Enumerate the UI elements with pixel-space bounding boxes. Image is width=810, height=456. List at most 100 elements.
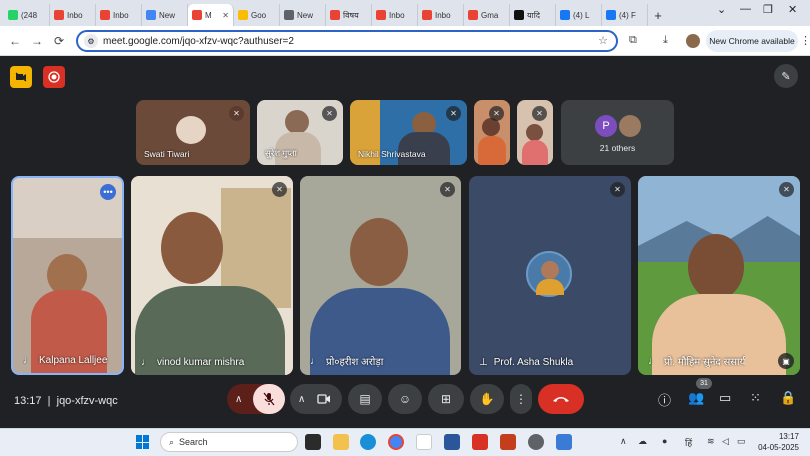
mic-off-icon: ✕ xyxy=(229,106,244,121)
speaking-icon: ♩ xyxy=(648,355,658,367)
tab-label: यादि xyxy=(527,10,541,20)
settings-gear-icon[interactable] xyxy=(528,434,544,450)
mic-off-icon: ✕ xyxy=(446,106,461,121)
participant-tile-top-1[interactable]: ✕ Swati Tiwari xyxy=(136,100,250,165)
wifi-icon[interactable]: ≋ xyxy=(707,436,715,447)
more-options-button[interactable]: ⋮ xyxy=(510,384,532,414)
mic-tray-icon[interactable]: ● xyxy=(662,436,667,446)
tab-label: (4) L xyxy=(573,10,590,20)
tile-options-icon[interactable]: ▣ xyxy=(778,353,794,369)
participant-tile-top-5[interactable]: ✕ xyxy=(517,100,553,165)
meeting-controls: 13:17 | jqo-xfzv-wqc ∧ ∧ ▤ ☺ ⊞ ✋ ⋮ ⓘ 👥 3… xyxy=(0,378,810,428)
task-view-icon[interactable] xyxy=(305,434,321,450)
visual-effects-icon[interactable]: ✎ xyxy=(774,64,798,88)
volume-icon[interactable]: ◁ xyxy=(722,436,729,447)
participant-tile-top-4[interactable]: ✕ xyxy=(474,100,510,165)
browser-tab-11[interactable]: यादि xyxy=(510,4,556,26)
participant-body xyxy=(478,136,506,165)
emoji-reactions-button[interactable]: ☺ xyxy=(388,384,422,414)
browser-tab-4[interactable]: M ✕ xyxy=(188,4,234,26)
extensions-icon[interactable]: ⧉ xyxy=(629,34,637,47)
tab-search-icon[interactable]: ⌄ xyxy=(717,3,726,16)
browser-tab-6[interactable]: New xyxy=(280,4,326,26)
new-chrome-available-button[interactable]: New Chrome available xyxy=(706,30,798,52)
host-controls-icon[interactable]: 🔒 xyxy=(780,390,796,406)
taskbar-search[interactable]: ⌕ Search xyxy=(160,432,298,452)
hand-icon: ✋ xyxy=(479,392,495,406)
participant-tile-main-5[interactable]: ✕ ♩ प्रो. मौहिम सुनेद ससार्य ▣ xyxy=(638,176,800,375)
tab-favicon-icon xyxy=(468,10,478,20)
close-tab-icon[interactable]: ✕ xyxy=(222,11,229,20)
more-vertical-icon: ⋮ xyxy=(515,392,527,406)
new-tab-button[interactable]: + xyxy=(648,4,668,26)
file-explorer-icon[interactable] xyxy=(333,434,349,450)
tab-label: Inbo xyxy=(389,10,405,20)
reload-icon[interactable]: ⟳ xyxy=(48,34,70,48)
minimize-button[interactable]: — xyxy=(740,3,751,15)
raise-hand-button[interactable]: ✋ xyxy=(470,384,504,414)
menu-kebab-icon[interactable]: ⋮ xyxy=(800,34,810,47)
participant-tile-main-4[interactable]: ✕ ⊥ Prof. Asha Shukla xyxy=(469,176,631,375)
mic-options-chevron-icon[interactable]: ∧ xyxy=(235,394,242,405)
forward-icon[interactable]: → xyxy=(26,34,48,48)
browser-tab-7[interactable]: विषय xyxy=(326,4,372,26)
browser-tab-10[interactable]: Gma xyxy=(464,4,510,26)
browser-tab-9[interactable]: Inbo xyxy=(418,4,464,26)
browser-tab-12[interactable]: (4) L xyxy=(556,4,602,26)
activities-icon[interactable]: ⁙ xyxy=(750,390,761,406)
present-screen-button[interactable]: ⊞ xyxy=(428,384,464,414)
browser-tab-8[interactable]: Inbo xyxy=(372,4,418,26)
mic-toggle-button[interactable] xyxy=(253,384,285,414)
back-icon[interactable]: ← xyxy=(4,34,26,48)
battery-icon[interactable]: ▭ xyxy=(737,436,746,447)
profile-avatar[interactable] xyxy=(686,34,700,48)
app-icon[interactable] xyxy=(416,434,432,450)
participant-name-row: ♩ प्रो०हरीश अरोड़ा xyxy=(310,354,383,369)
camera-options-chevron-icon[interactable]: ∧ xyxy=(298,394,305,405)
word-icon[interactable] xyxy=(444,434,460,450)
site-info-icon[interactable]: ⚙ xyxy=(84,34,98,48)
captions-button[interactable]: ▤ xyxy=(348,384,382,414)
participant-tile-top-2[interactable]: ✕ सुरेश गुप्ता xyxy=(257,100,343,165)
participant-tile-main-3[interactable]: ✕ ♩ प्रो०हरीश अरोड़ा xyxy=(300,176,461,375)
meeting-details-icon[interactable]: ⓘ xyxy=(658,390,671,409)
participant-tile-main-2[interactable]: ✕ ♩ vinod kumar mishra xyxy=(131,176,293,375)
mic-off-icon: ✕ xyxy=(272,182,287,197)
download-icon[interactable]: ⤓ xyxy=(663,34,668,47)
participant-tile-main-1[interactable]: ••• ♩ Kalpana Lalljee xyxy=(11,176,124,375)
people-icon[interactable]: 👥 xyxy=(688,390,704,406)
acrobat-icon[interactable] xyxy=(472,434,488,450)
maximize-button[interactable]: ❐ xyxy=(763,3,773,16)
browser-tab-1[interactable]: Inbo xyxy=(50,4,96,26)
chat-icon[interactable]: ▭ xyxy=(719,390,731,406)
others-tile[interactable]: P 21 others xyxy=(561,100,674,165)
camera-toggle-button[interactable] xyxy=(310,385,338,413)
bookmark-star-icon[interactable]: ☆ xyxy=(598,34,608,47)
meeting-time-and-code: 13:17 | jqo-xfzv-wqc xyxy=(14,395,118,407)
mic-off-icon xyxy=(263,392,275,406)
speaking-icon: ♩ xyxy=(310,355,320,367)
browser-tab-2[interactable]: Inbo xyxy=(96,4,142,26)
powerpoint-icon[interactable] xyxy=(500,434,516,450)
leave-call-button[interactable] xyxy=(538,384,584,414)
participant-tile-top-3[interactable]: ✕ Nikhil Shrivastava xyxy=(350,100,467,165)
participant-avatar xyxy=(526,251,572,297)
browser-tab-3[interactable]: New xyxy=(142,4,188,26)
paint-icon[interactable] xyxy=(556,434,572,450)
cloud-icon[interactable]: ☁ xyxy=(638,436,647,447)
browser-tab-13[interactable]: (4) F xyxy=(602,4,648,26)
language-indicator[interactable]: हिं xyxy=(685,436,692,449)
edge-icon[interactable] xyxy=(360,434,376,450)
more-options-icon[interactable]: ••• xyxy=(100,184,116,200)
tab-favicon-icon xyxy=(54,10,64,20)
close-window-button[interactable]: ✕ xyxy=(788,3,797,16)
chrome-icon[interactable] xyxy=(388,434,404,450)
clock-time: 13:17 xyxy=(778,432,799,441)
show-hidden-icons-chevron-icon[interactable]: ∧ xyxy=(620,436,627,447)
url-bar[interactable]: ⚙ meet.google.com/jqo-xfzv-wqc?authuser=… xyxy=(76,30,618,52)
browser-tab-0[interactable]: (248 xyxy=(4,4,50,26)
browser-tab-5[interactable]: Goo xyxy=(234,4,280,26)
system-clock[interactable]: 13:17 04-05-2025 xyxy=(755,431,799,453)
participant-name: सुरेश गुप्ता xyxy=(265,148,297,158)
windows-start-icon[interactable] xyxy=(136,435,150,449)
